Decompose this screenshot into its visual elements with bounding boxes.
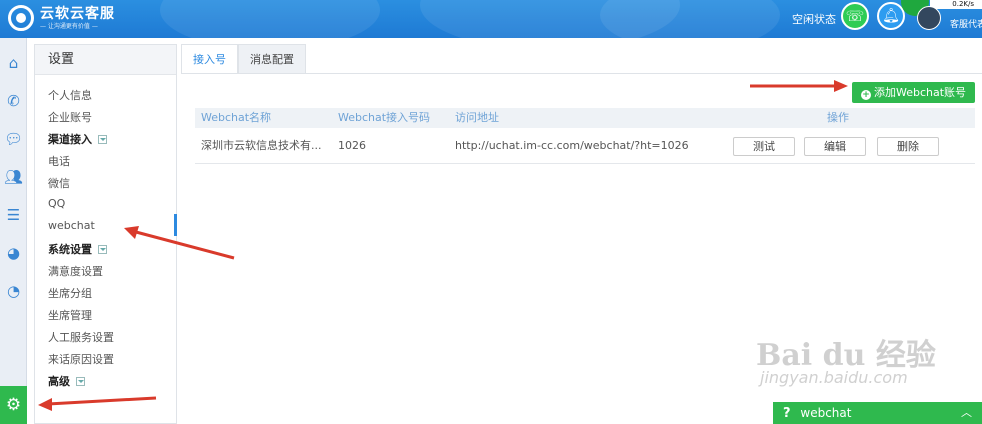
nav-item-call-reasons[interactable]: 来话原因设置	[48, 351, 114, 367]
edit-button[interactable]: 编辑	[804, 137, 866, 156]
nav-item-phone[interactable]: 电话	[48, 153, 70, 169]
chevron-up-icon[interactable]: ︿	[961, 402, 972, 424]
phone-icon[interactable]: ✆	[0, 86, 27, 116]
nav-item-company-account[interactable]: 企业账号	[48, 109, 92, 125]
nav-item-seat-groups[interactable]: 坐席分组	[48, 285, 92, 301]
webchat-widget-label: webchat	[800, 406, 852, 420]
nav-item-label: 来话原因设置	[48, 353, 114, 366]
nav-item-label: 个人信息	[48, 89, 92, 102]
webchat-table: Webchat名称 Webchat接入号码 访问地址 操作 深圳市云软信息技术有…	[195, 108, 975, 164]
nav-item-label: 坐席分组	[48, 287, 92, 300]
header-cloud	[600, 0, 780, 38]
column-header-url: 访问地址	[455, 111, 499, 124]
cell-name: 深圳市云软信息技术有...	[201, 139, 322, 152]
nav-group-label: 渠道接入	[48, 133, 92, 146]
app-subtitle: — 让沟通更有价值 —	[40, 22, 98, 30]
app-title: 云软云客服	[40, 5, 115, 22]
nav-item-label: 满意度设置	[48, 265, 103, 278]
webchat-widget[interactable]: ? webchat ︿	[773, 402, 982, 424]
nav-item-personal-info[interactable]: 个人信息	[48, 87, 92, 103]
app-logo[interactable]: 云软云客服 — 让沟通更有价值 —	[8, 5, 115, 31]
nav-group-system[interactable]: 系统设置	[48, 241, 107, 257]
avatar[interactable]	[917, 6, 941, 30]
gear-icon[interactable]: ⚙	[0, 386, 27, 424]
delete-button[interactable]: 删除	[877, 137, 939, 156]
nav-item-label: QQ	[48, 197, 66, 210]
nav-item-webchat[interactable]: webchat	[48, 219, 95, 232]
home-icon[interactable]: ⌂	[0, 48, 27, 78]
nav-item-seat-management[interactable]: 坐席管理	[48, 307, 92, 323]
users-icon[interactable]: 👥︎	[0, 162, 27, 192]
logo-icon	[8, 5, 34, 31]
expand-icon[interactable]	[98, 135, 107, 144]
column-header-name: Webchat名称	[201, 111, 272, 124]
dial-icon[interactable]: ◔	[0, 276, 27, 306]
nav-group-label: 系统设置	[48, 243, 92, 256]
list-icon[interactable]: ☰	[0, 200, 27, 230]
network-speed: 0.2K/s	[930, 0, 982, 9]
expand-icon[interactable]	[98, 245, 107, 254]
expand-icon[interactable]	[76, 377, 85, 386]
nav-item-label: 微信	[48, 177, 70, 190]
phone-icon[interactable]: ☏	[841, 2, 869, 30]
nav-group-channels[interactable]: 渠道接入	[48, 131, 107, 147]
tab-access-number[interactable]: 接入号	[181, 44, 238, 74]
pie-chart-icon[interactable]: ◕	[0, 238, 27, 268]
nav-item-manual-service[interactable]: 人工服务设置	[48, 329, 114, 345]
arrow-to-add-button	[750, 80, 848, 92]
table-row: 深圳市云软信息技术有... 1026 http://uchat.im-cc.co…	[195, 128, 975, 164]
nav-item-satisfaction[interactable]: 满意度设置	[48, 263, 103, 279]
nav-active-indicator	[174, 214, 177, 236]
content-tabs: 接入号 消息配置	[181, 44, 306, 74]
nav-item-label: 电话	[48, 155, 70, 168]
chat-icon[interactable]: 💬︎	[0, 124, 27, 154]
column-header-number: Webchat接入号码	[338, 111, 431, 124]
tab-message-config[interactable]: 消息配置	[238, 44, 306, 74]
header-cloud	[160, 0, 380, 38]
nav-item-label: 坐席管理	[48, 309, 92, 322]
cell-number: 1026	[338, 139, 366, 152]
test-button[interactable]: 测试	[733, 137, 795, 156]
top-header: 云软云客服 — 让沟通更有价值 — 空闲状态 ☏ 🔔︎ 0.2K/s 客服代表	[0, 0, 982, 38]
nav-item-qq[interactable]: QQ	[48, 197, 65, 210]
nav-group-label: 高级	[48, 375, 70, 388]
column-header-actions: 操作	[827, 111, 849, 124]
agent-status[interactable]: 空闲状态	[792, 11, 836, 27]
add-webchat-account-button[interactable]: + 添加Webchat账号	[852, 82, 975, 103]
nav-item-label: 企业账号	[48, 111, 92, 124]
cell-url: http://uchat.im-cc.com/webchat/?ht=1026	[455, 139, 689, 152]
agent-name[interactable]: 客服代表	[950, 17, 982, 30]
nav-item-wechat[interactable]: 微信	[48, 175, 70, 191]
tab-divider	[181, 73, 982, 74]
nav-group-advanced[interactable]: 高级	[48, 373, 85, 389]
left-icon-bar: ⌂ ✆ 💬︎ 👥︎ ☰ ◕ ◔	[0, 38, 27, 424]
plus-circle-icon: +	[860, 90, 871, 100]
nav-item-label: webchat	[48, 219, 95, 232]
nav-title: 设置	[35, 45, 176, 75]
watermark-url: jingyan.baidu.com	[760, 368, 908, 387]
help-icon: ?	[783, 406, 791, 421]
nav-item-label: 人工服务设置	[48, 331, 114, 344]
settings-nav: 设置 个人信息 企业账号 渠道接入 电话 微信 QQ webchat 系统设置 …	[34, 44, 177, 424]
add-button-label: 添加Webchat账号	[873, 86, 967, 99]
table-header: Webchat名称 Webchat接入号码 访问地址 操作	[195, 108, 975, 128]
